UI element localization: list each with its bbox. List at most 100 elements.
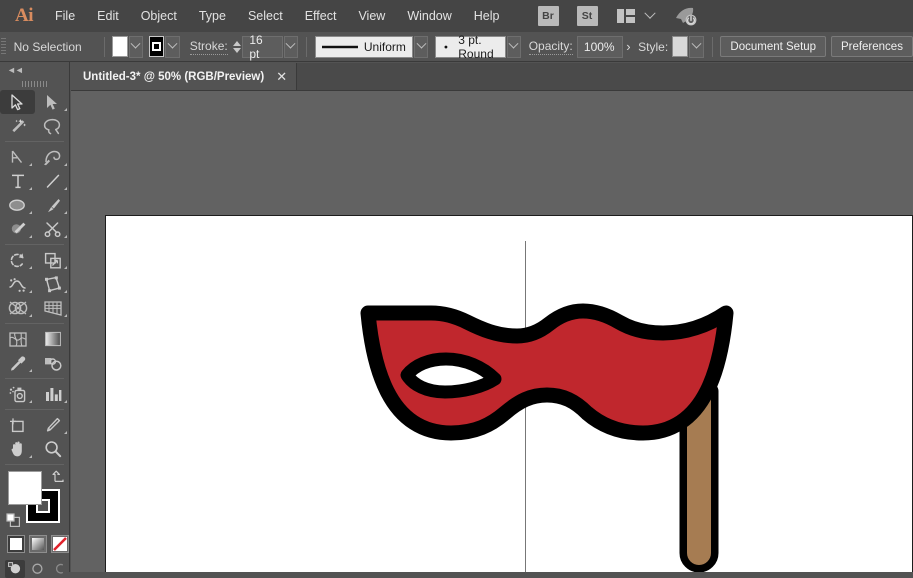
stroke-profile-dropdown[interactable]	[414, 36, 429, 58]
zoom-magnifier-icon	[44, 440, 62, 458]
menu-item-effect[interactable]: Effect	[294, 5, 348, 28]
eyedropper-icon	[9, 355, 27, 372]
draw-normal-mode-button[interactable]	[5, 560, 25, 578]
default-fill-stroke-icon[interactable]	[6, 513, 21, 528]
tool-artboard-tool[interactable]	[0, 413, 35, 437]
canvas-scroll-area[interactable]	[71, 91, 913, 572]
stock-launch-icon[interactable]: St	[577, 6, 598, 26]
draw-inside-icon	[52, 562, 67, 576]
menu-item-view[interactable]: View	[347, 5, 396, 28]
brush-definition-selector[interactable]: 3 pt. Round	[435, 36, 505, 58]
tool-mesh-tool[interactable]	[0, 327, 35, 351]
menu-bar-right-cluster: Br St	[531, 5, 699, 27]
stroke-color-dropdown[interactable]	[165, 36, 180, 58]
panel-grip-icon[interactable]	[0, 77, 69, 90]
tool-magic-wand-tool[interactable]	[0, 114, 35, 138]
tool-column-graph-tool[interactable]	[35, 382, 70, 406]
round-brush-icon	[444, 44, 448, 50]
fill-color-swatch[interactable]	[112, 36, 127, 57]
divider	[5, 409, 64, 410]
divider	[5, 323, 64, 324]
graphic-style-dropdown[interactable]	[689, 36, 704, 58]
style-label: Style:	[638, 40, 668, 54]
double-chevron-left-icon[interactable]: ◄◄	[0, 62, 69, 77]
tool-symbol-sprayer-tool[interactable]	[0, 382, 35, 406]
bridge-launch-icon[interactable]: Br	[538, 6, 559, 26]
tool-eyedropper-tool[interactable]	[0, 351, 35, 375]
rocket-launch-icon[interactable]	[673, 5, 699, 27]
tool-grid-group-1	[0, 90, 69, 138]
color-mode-solid-button[interactable]	[7, 535, 25, 553]
opacity-input[interactable]: 100%	[577, 36, 623, 58]
control-bar: No Selection Stroke: 16 pt Uniform 3 pt.…	[0, 32, 913, 62]
uniform-profile-icon	[322, 44, 358, 50]
tool-shaper-tool[interactable]	[0, 217, 35, 241]
tool-perspective-grid-tool[interactable]	[35, 296, 70, 320]
tool-scale-tool[interactable]	[35, 248, 70, 272]
menu-item-help[interactable]: Help	[463, 5, 511, 28]
tool-zoom-tool[interactable]	[35, 437, 70, 461]
fill-color-dropdown[interactable]	[129, 36, 144, 58]
tool-ellipse-tool[interactable]	[0, 193, 35, 217]
tool-scissors-tool[interactable]	[35, 217, 70, 241]
draw-behind-mode-button[interactable]	[27, 560, 47, 578]
color-mode-none-button[interactable]	[51, 535, 69, 553]
stroke-profile-selector[interactable]: Uniform	[315, 36, 413, 58]
menu-item-window[interactable]: Window	[396, 5, 462, 28]
selection-arrow-icon	[10, 94, 26, 111]
tool-gradient-tool[interactable]	[35, 327, 70, 351]
mesh-grid-icon	[8, 331, 28, 348]
artboard-icon	[8, 417, 27, 434]
tool-rotate-tool[interactable]	[0, 248, 35, 272]
menu-item-object[interactable]: Object	[130, 5, 188, 28]
graphic-style-swatch[interactable]	[672, 36, 688, 57]
close-icon[interactable]: ✕	[276, 70, 287, 83]
tool-blend-tool[interactable]	[35, 351, 70, 375]
tool-direct-selection-tool[interactable]	[35, 90, 70, 114]
tool-free-transform-tool[interactable]	[35, 272, 70, 296]
artboard[interactable]	[105, 215, 913, 572]
tool-lasso-tool[interactable]	[35, 114, 70, 138]
tool-width-tool[interactable]	[0, 272, 35, 296]
perspective-grid-icon	[43, 300, 63, 317]
draw-inside-mode-button[interactable]	[49, 560, 69, 578]
tool-hand-tool[interactable]	[0, 437, 35, 461]
tool-slice-tool[interactable]	[35, 413, 70, 437]
tool-shape-builder-tool[interactable]	[0, 296, 35, 320]
color-mode-gradient-button[interactable]	[29, 535, 47, 553]
tool-type-tool[interactable]	[0, 169, 35, 193]
menu-item-file[interactable]: File	[44, 5, 86, 28]
swap-fill-stroke-icon[interactable]	[52, 470, 66, 484]
tool-paintbrush-tool[interactable]	[35, 193, 70, 217]
shaper-icon	[9, 221, 27, 238]
workspace-switcher-icon[interactable]	[615, 6, 637, 26]
opacity-more-chevron-right-icon[interactable]: ›	[623, 36, 634, 58]
lasso-icon	[43, 118, 62, 135]
tool-selection-tool[interactable]	[0, 90, 35, 114]
opacity-label[interactable]: Opacity:	[529, 39, 573, 55]
stroke-weight-label[interactable]: Stroke:	[190, 39, 228, 55]
tool-curvature-tool[interactable]	[35, 145, 70, 169]
menu-item-select[interactable]: Select	[237, 5, 294, 28]
tool-pen-tool[interactable]	[0, 145, 35, 169]
stroke-color-swatch[interactable]	[149, 36, 164, 57]
divider	[712, 37, 713, 57]
document-tab-untitled-3[interactable]: Untitled-3* @ 50% (RGB/Preview) ✕	[71, 63, 297, 90]
workspace-chevron-down-icon[interactable]	[641, 6, 659, 26]
tool-grid-group-2	[0, 145, 69, 241]
document-setup-button[interactable]: Document Setup	[720, 36, 826, 57]
menu-item-edit[interactable]: Edit	[86, 5, 130, 28]
tool-line-segment-tool[interactable]	[35, 169, 70, 193]
divider	[5, 378, 64, 379]
paintbrush-icon	[45, 197, 61, 214]
stroke-weight-input[interactable]: 16 pt	[242, 36, 282, 58]
menu-item-type[interactable]: Type	[188, 5, 237, 28]
fill-indicator[interactable]	[8, 471, 42, 505]
control-bar-grip[interactable]	[0, 32, 8, 62]
brush-definition-dropdown[interactable]	[507, 36, 522, 58]
hand-icon	[9, 440, 27, 458]
stroke-weight-dropdown[interactable]	[284, 36, 299, 58]
stroke-weight-stepper[interactable]	[233, 36, 243, 58]
divider	[104, 37, 105, 57]
preferences-button[interactable]: Preferences	[831, 36, 913, 57]
